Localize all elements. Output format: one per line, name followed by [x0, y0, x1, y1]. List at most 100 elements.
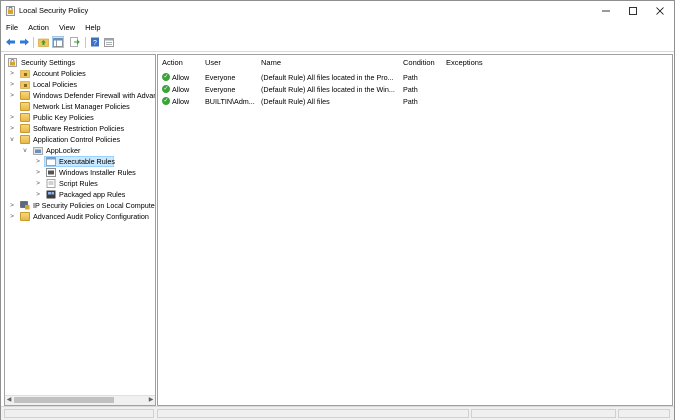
svg-text:?: ? [93, 40, 97, 47]
console-view-button[interactable] [103, 36, 115, 48]
minimize-icon [602, 10, 610, 12]
help-button[interactable]: ? [89, 36, 101, 48]
folder-icon [20, 124, 30, 133]
tree-item-label: Account Policies [33, 69, 86, 78]
tree-item-label: Windows Installer Rules [59, 168, 136, 177]
show-hide-console-tree-button[interactable] [52, 36, 64, 48]
close-button[interactable] [645, 1, 675, 21]
menu-file[interactable]: File [1, 21, 23, 34]
tree-horizontal-scrollbar[interactable]: ◀ ▶ [5, 395, 155, 405]
packaged-app-icon [46, 190, 56, 199]
cell-user: BUILTIN\Adm... [205, 97, 255, 106]
chevron-right-icon[interactable]: > [35, 156, 41, 167]
scrollbar-thumb[interactable] [14, 397, 114, 403]
toolbar: ? [1, 34, 674, 52]
column-header-name[interactable]: Name [261, 58, 281, 67]
forward-arrow-icon [19, 38, 29, 46]
forward-button[interactable] [18, 36, 30, 48]
status-segment [618, 409, 670, 418]
tree-item-label: Public Key Policies [33, 113, 94, 122]
cell-condition: Path [403, 85, 418, 94]
security-policy-app-icon [6, 6, 15, 16]
export-list-button[interactable] [69, 36, 81, 48]
back-button[interactable] [4, 36, 16, 48]
action-text: Allow [172, 85, 190, 94]
chevron-right-icon[interactable]: > [35, 167, 41, 178]
tree-item-label: IP Security Policies on Local Computer [33, 201, 156, 210]
allow-check-icon: ✓ [162, 73, 170, 82]
main-window: Local Security Policy File Action View H… [0, 0, 675, 420]
column-header-user[interactable]: User [205, 58, 221, 67]
cell-action: ✓ Allow [162, 84, 204, 95]
chevron-right-icon[interactable]: > [9, 200, 15, 211]
folder-icon [20, 113, 30, 122]
tree-item-label: Executable Rules [59, 157, 115, 166]
folder-icon [20, 91, 30, 100]
tree-item-label: Application Control Policies [33, 135, 121, 144]
applocker-icon [33, 147, 43, 155]
export-list-icon [70, 37, 80, 47]
menu-view[interactable]: View [54, 21, 80, 34]
maximize-button[interactable] [618, 1, 648, 21]
cell-condition: Path [403, 97, 418, 106]
toolbar-separator [85, 37, 86, 48]
executable-rules-icon [46, 157, 56, 166]
chevron-right-icon[interactable]: > [9, 90, 15, 101]
menu-help[interactable]: Help [80, 21, 105, 34]
chevron-down-icon[interactable]: v [9, 134, 15, 145]
back-arrow-icon [5, 38, 15, 46]
window-title: Local Security Policy [19, 6, 89, 15]
rules-list-pane[interactable]: Action User Name Condition Exceptions ✓ A… [157, 54, 673, 406]
column-header-action[interactable]: Action [162, 58, 183, 67]
console-tree-pane[interactable]: Security Settings > Account Policies > L… [4, 54, 156, 406]
chevron-right-icon[interactable]: > [9, 112, 15, 123]
table-row[interactable]: ✓ Allow BUILTIN\Adm... (Default Rule) All… [158, 96, 672, 107]
script-rules-icon [46, 179, 56, 188]
chevron-right-icon[interactable]: > [35, 178, 41, 189]
cell-user: Everyone [205, 73, 236, 82]
status-bar [1, 406, 674, 420]
minimize-button[interactable] [591, 1, 621, 21]
tree-item-label: Packaged app Rules [59, 190, 126, 199]
cell-action: ✓ Allow [162, 72, 204, 83]
tree-item-label: Advanced Audit Policy Configuration [33, 212, 149, 221]
scroll-left-arrow-icon[interactable]: ◀ [5, 396, 13, 405]
folder-icon [20, 212, 30, 221]
chevron-right-icon[interactable]: > [9, 211, 15, 222]
table-row[interactable]: ✓ Allow Everyone (Default Rule) All files… [158, 72, 672, 83]
chevron-down-icon[interactable]: v [22, 145, 28, 156]
cell-user: Everyone [205, 85, 236, 94]
tree-item-label: Network List Manager Policies [33, 102, 130, 111]
close-icon [656, 7, 664, 15]
maximize-icon [629, 7, 637, 15]
action-text: Allow [172, 97, 190, 106]
toolbar-separator [33, 37, 34, 48]
cell-name: (Default Rule) All files [261, 97, 330, 106]
column-header-exceptions[interactable]: Exceptions [446, 58, 483, 67]
column-header-condition[interactable]: Condition [403, 58, 435, 67]
menu-bar: File Action View Help [1, 21, 674, 34]
console-icon [104, 37, 114, 47]
table-row[interactable]: ✓ Allow Everyone (Default Rule) All files… [158, 84, 672, 95]
ip-security-icon [20, 201, 30, 210]
folder-icon [20, 102, 30, 111]
cell-name: (Default Rule) All files located in the … [261, 85, 395, 94]
chevron-right-icon[interactable]: > [9, 79, 15, 90]
chevron-right-icon[interactable]: > [9, 123, 15, 134]
up-folder-icon [37, 38, 49, 47]
tree-item-label: Script Rules [59, 179, 98, 188]
up-one-level-button[interactable] [37, 36, 49, 48]
allow-check-icon: ✓ [162, 85, 170, 94]
scroll-right-arrow-icon[interactable]: ▶ [147, 396, 155, 405]
chevron-right-icon[interactable]: > [35, 189, 41, 200]
cell-name: (Default Rule) All files located in the … [261, 73, 394, 82]
menu-action[interactable]: Action [23, 21, 54, 34]
chevron-right-icon[interactable]: > [9, 68, 15, 79]
policy-folder-lock-icon [20, 70, 30, 78]
tree-root-label: Security Settings [21, 58, 75, 67]
title-bar: Local Security Policy [1, 1, 674, 21]
cell-condition: Path [403, 73, 418, 82]
list-header: Action User Name Condition Exceptions [158, 55, 672, 69]
security-settings-icon [8, 58, 17, 67]
folder-open-icon [20, 135, 30, 144]
